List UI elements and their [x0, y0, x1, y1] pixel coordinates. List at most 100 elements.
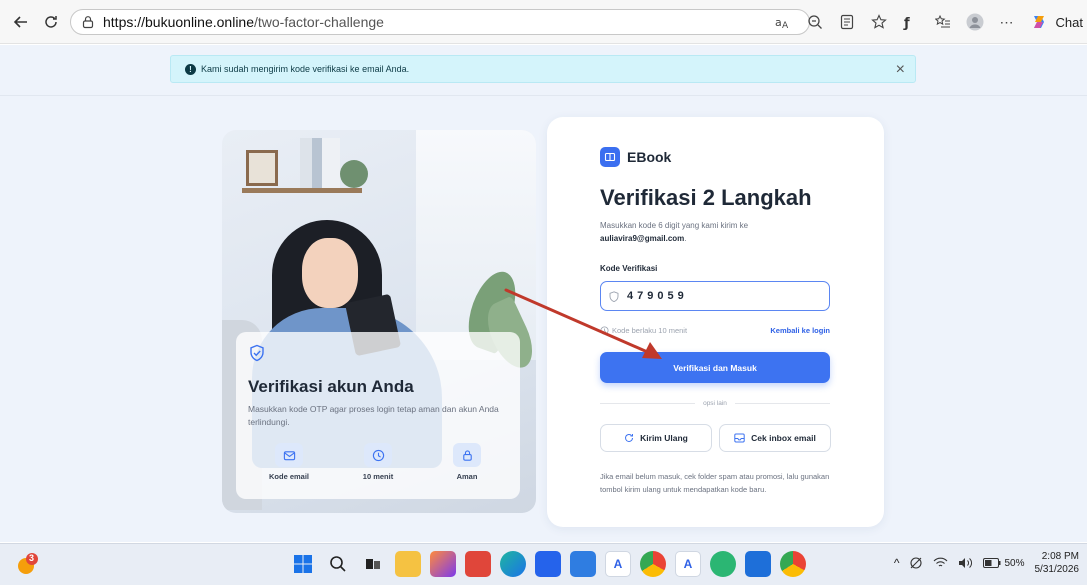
alert-message: Kami sudah mengirim kode verifikasi ke e…	[201, 64, 410, 74]
extension-icon[interactable]: ƒ	[900, 11, 922, 33]
network-off-icon[interactable]	[909, 556, 923, 570]
info-title: Verifikasi akun Anda	[248, 377, 414, 396]
lock-icon	[82, 16, 94, 29]
picture-frame-illustration	[246, 150, 278, 186]
shelf-illustration	[242, 188, 362, 193]
notification-count: 3	[29, 553, 35, 563]
chrome-browser-icon[interactable]	[640, 551, 666, 577]
pinned-apps: A A	[290, 551, 806, 577]
system-tray: ^ 50% 2:08 PM 5/31/2026	[894, 550, 1079, 576]
book-icon	[600, 147, 620, 167]
file-explorer-icon[interactable]	[395, 551, 421, 577]
otp-input[interactable]: 479059	[600, 281, 830, 311]
battery-indicator[interactable]: 50%	[983, 557, 1025, 569]
instruction-prefix: Masukkan kode 6 digit yang kami kirim ke	[600, 221, 749, 230]
task-view-icon[interactable]	[360, 551, 386, 577]
clock-time: 2:08 PM	[1041, 551, 1079, 562]
instruction-suffix: .	[684, 234, 687, 243]
favorite-star-icon[interactable]	[868, 11, 890, 33]
divider	[0, 95, 1087, 96]
feature-item: 10 menit	[343, 443, 413, 481]
recipient-email: auliavira9@gmail.com	[600, 234, 685, 243]
app-icon[interactable]: A	[675, 551, 701, 577]
search-icon[interactable]	[325, 551, 351, 577]
url-path: /two-factor-challenge	[254, 14, 384, 30]
clock-icon	[600, 326, 609, 335]
inbox-label: Cek inbox email	[751, 433, 816, 443]
check-inbox-button[interactable]: Cek inbox email	[719, 424, 831, 452]
chrome-browser-icon[interactable]	[780, 551, 806, 577]
feature-item: Aman	[432, 443, 502, 481]
illustration-panel: Verifikasi akun Anda Masukkan kode OTP a…	[222, 130, 536, 513]
validity-note: Kode berlaku 10 menit	[600, 326, 687, 335]
edge-browser-icon[interactable]	[500, 551, 526, 577]
zoom-icon[interactable]	[804, 11, 826, 33]
page-title: Verifikasi 2 Langkah	[600, 185, 812, 210]
info-description: Masukkan kode OTP agar proses login teta…	[248, 404, 499, 427]
svg-text:ƒ: ƒ	[903, 16, 910, 30]
battery-percent: 50%	[1004, 557, 1025, 569]
app-icon[interactable]: A	[605, 551, 631, 577]
notification-badge-icon[interactable]: 3	[16, 552, 40, 576]
brand-name: EBook	[627, 149, 672, 165]
favorites-list-icon[interactable]	[932, 11, 954, 33]
clock[interactable]: 2:08 PM 5/31/2026	[1035, 550, 1080, 576]
refresh-icon	[625, 433, 634, 442]
whiteboard-app-icon[interactable]	[570, 551, 596, 577]
inbox-icon	[734, 433, 745, 443]
plant-illustration	[340, 160, 368, 188]
woman-face-illustration	[302, 238, 358, 308]
back-to-login-link[interactable]: Kembali ke login	[770, 326, 830, 335]
feature-label: Kode email	[268, 472, 309, 481]
mail-icon	[275, 443, 303, 467]
feature-label: 10 menit	[362, 472, 394, 481]
url-host: https://bukuonline.online	[103, 14, 254, 30]
svg-text:A: A	[782, 21, 789, 29]
chat-label[interactable]: Chat	[1056, 15, 1083, 30]
store-app-icon[interactable]	[535, 551, 561, 577]
clock-icon	[364, 443, 392, 467]
read-aloud-icon[interactable]: aA	[772, 11, 794, 33]
alternative-divider: opsi lain	[600, 400, 831, 407]
wifi-icon[interactable]	[933, 557, 948, 569]
verify-and-login-button[interactable]: Verifikasi dan Masuk	[600, 352, 830, 383]
address-bar[interactable]: https://bukuonline.online/two-factor-cha…	[70, 9, 810, 35]
lock-icon	[453, 443, 481, 467]
feature-item: Kode email	[254, 443, 324, 481]
instruction-text: Masukkan kode 6 digit yang kami kirim ke…	[600, 219, 840, 245]
browser-toolbar: https://bukuonline.online/two-factor-cha…	[0, 0, 1087, 44]
books-illustration	[300, 138, 340, 188]
shield-icon	[609, 290, 619, 302]
two-factor-card: Verifikasi akun Anda Masukkan kode OTP a…	[210, 117, 884, 527]
windows-start-icon[interactable]	[290, 551, 316, 577]
otp-value: 479059	[627, 290, 688, 302]
verification-form: EBook Verifikasi 2 Langkah Masukkan kode…	[547, 117, 884, 527]
svg-text:a: a	[775, 16, 782, 29]
otp-meta-row: Kode berlaku 10 menit Kembali ke login	[600, 326, 830, 335]
validity-text: Kode berlaku 10 menit	[612, 326, 688, 335]
outlook-icon[interactable]	[745, 551, 771, 577]
more-menu-icon[interactable]: ⋯	[996, 11, 1018, 33]
info-icon: !	[185, 63, 196, 75]
copilot-icon[interactable]	[1028, 11, 1050, 33]
chevron-up-icon[interactable]: ^	[894, 556, 900, 570]
close-icon[interactable]: ×	[896, 61, 905, 79]
resend-button[interactable]: Kirim Ulang	[600, 424, 712, 452]
clock-date: 5/31/2026	[1034, 564, 1080, 575]
divider-line	[600, 403, 696, 404]
back-icon[interactable]	[8, 9, 34, 35]
whatsapp-icon[interactable]	[710, 551, 736, 577]
divider-text: opsi lain	[703, 400, 727, 407]
profile-avatar-icon[interactable]	[964, 11, 986, 33]
refresh-icon[interactable]	[38, 9, 64, 35]
reader-mode-icon[interactable]	[836, 11, 858, 33]
browser-actions: aA ƒ ⋯ Chat	[772, 0, 1087, 44]
photos-app-icon[interactable]	[430, 551, 456, 577]
page-content: ! Kami sudah mengirim kode verifikasi ke…	[0, 45, 1087, 542]
battery-icon	[983, 558, 1001, 568]
microsoft-365-icon[interactable]	[465, 551, 491, 577]
volume-icon[interactable]	[958, 557, 973, 569]
feature-label: Aman	[456, 472, 478, 481]
taskbar: 3 A A ^ 50% 2:08 PM 5/31/2026	[0, 543, 1087, 585]
shield-check-icon	[250, 344, 264, 362]
